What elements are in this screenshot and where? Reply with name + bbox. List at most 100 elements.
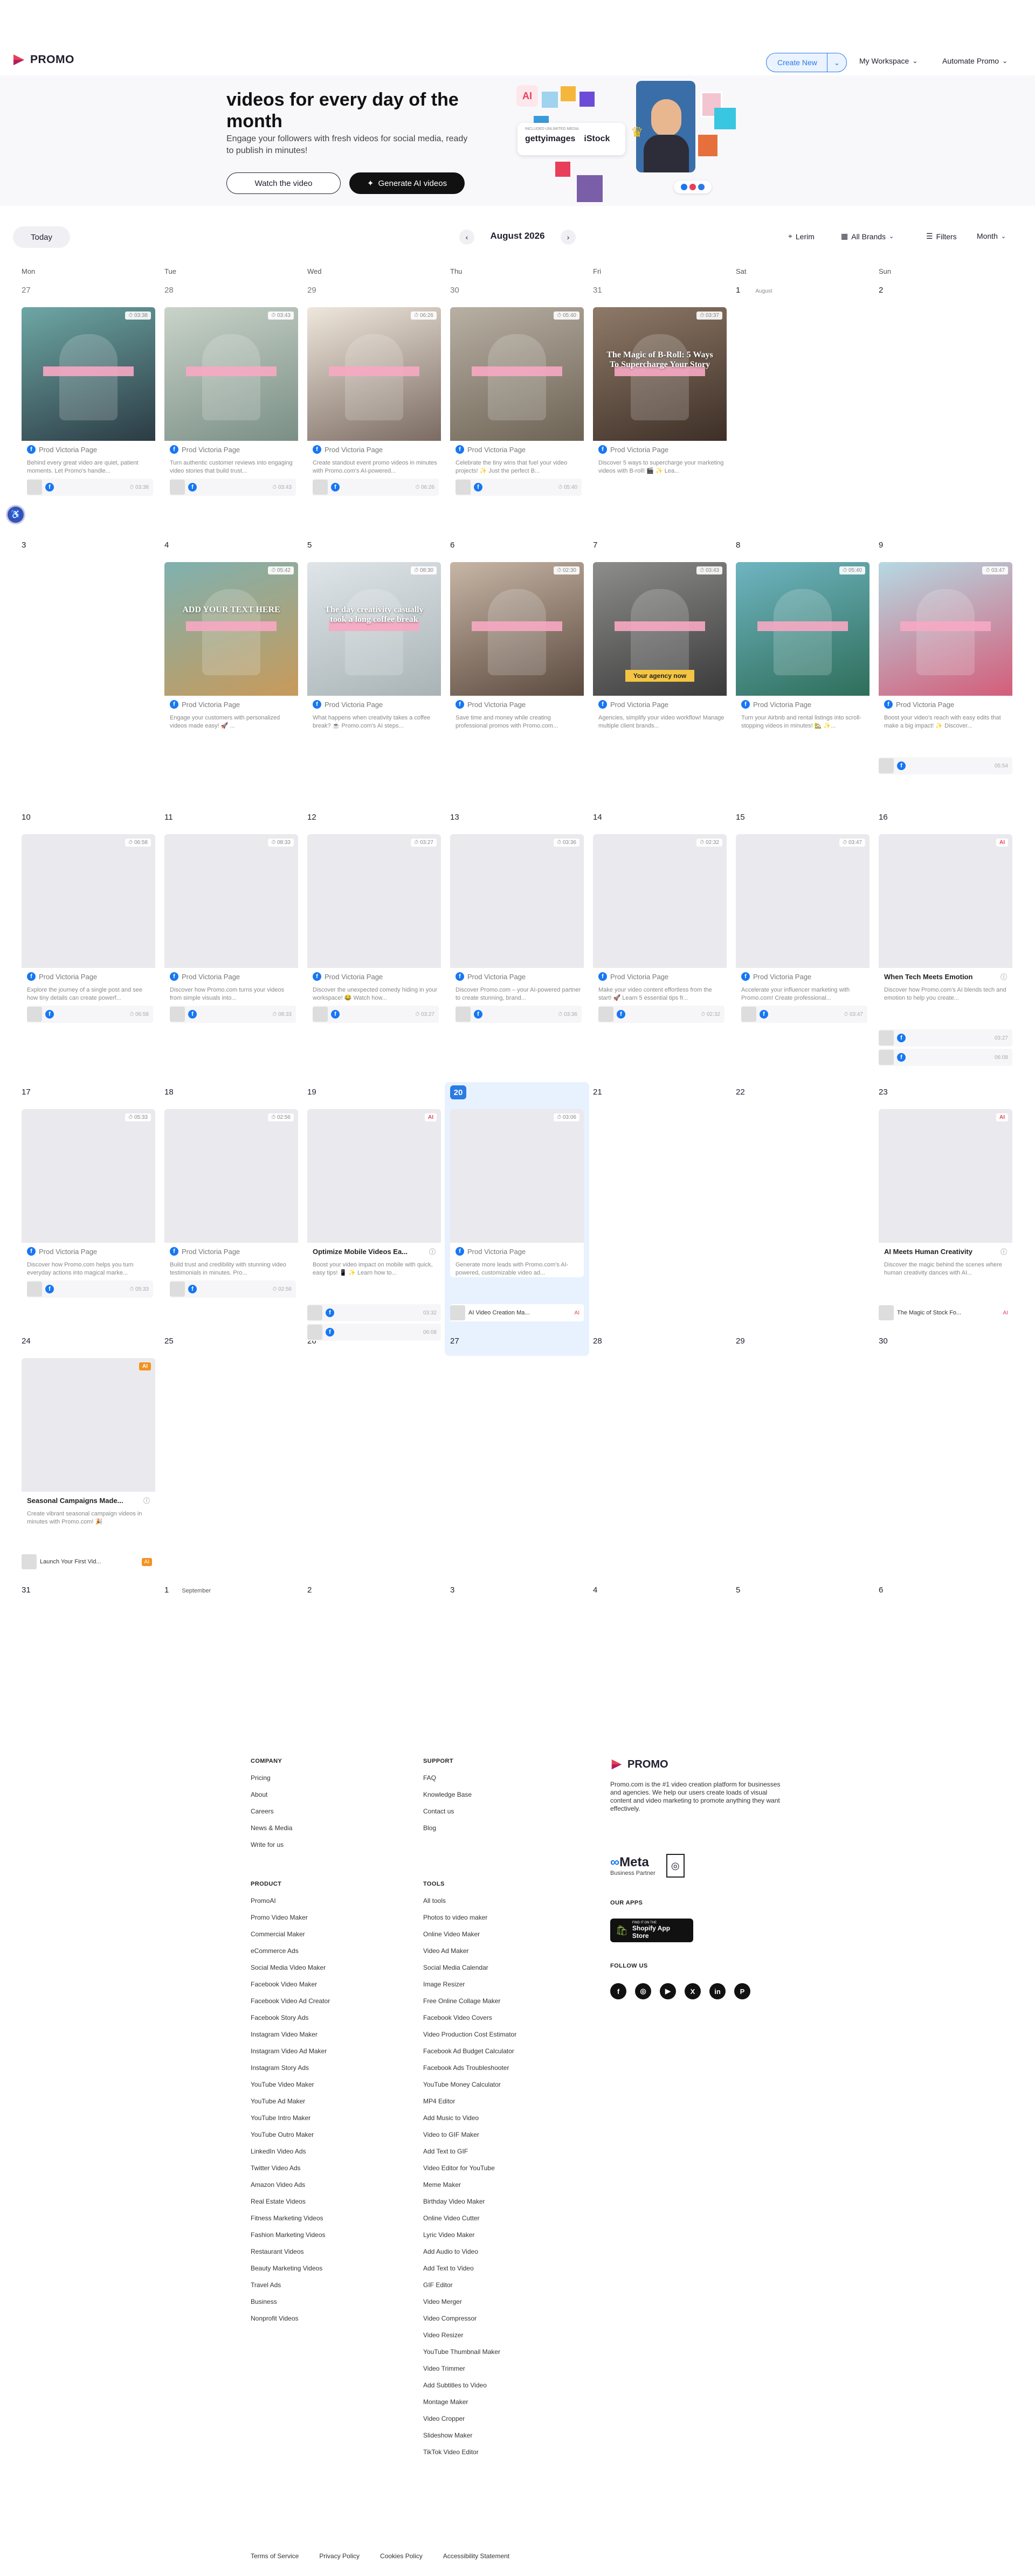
post-card[interactable]: ⏱ 03:36 f Prod Victoria Page Discover Promo… <box>450 834 584 1023</box>
post-card[interactable]: ⏱ 05:40 f Prod Victoria Page Celebrate the … <box>450 307 584 496</box>
footer-link[interactable]: Facebook Video Ad Creator <box>251 1993 330 2010</box>
brands-selector[interactable]: ▦ All Brands ⌄ <box>841 232 894 241</box>
prev-month-icon[interactable]: ‹ <box>459 230 474 245</box>
footer-link[interactable]: Video Ad Maker <box>423 1943 516 1959</box>
footer-link[interactable]: Birthday Video Maker <box>423 2193 516 2210</box>
footer-link[interactable]: Montage Maker <box>423 2394 516 2411</box>
footer-link[interactable]: Video Production Cost Estimator <box>423 2026 516 2043</box>
post-card[interactable]: ⏱ 03:47 f Prod Victoria Page Boost your vid… <box>879 562 1012 730</box>
post-card[interactable]: ⏱ 05:33 f Prod Victoria Page Discover how P… <box>22 1109 155 1298</box>
footer-link[interactable]: GIF Editor <box>423 2277 516 2294</box>
video-thumbnail[interactable]: ⏱ 03:37 The Magic of B-Roll: 5 Ways To Su… <box>593 307 727 441</box>
footer-link[interactable]: Add Text to Video <box>423 2260 516 2277</box>
footer-link[interactable]: News & Media <box>251 1820 292 1837</box>
footer-link[interactable]: Instagram Video Maker <box>251 2026 330 2043</box>
instagram-icon[interactable]: ◎ <box>635 1983 651 1999</box>
footer-link[interactable]: Add Audio to Video <box>423 2243 516 2260</box>
video-thumbnail[interactable]: ⏱ 02:32 <box>593 834 727 968</box>
video-thumbnail[interactable]: ⏱ 06:58 <box>22 834 155 968</box>
video-thumbnail[interactable]: ⏱ 05:33 <box>22 1109 155 1243</box>
publish-row[interactable]: f ⏱ 03:38 <box>27 479 153 496</box>
footer-link[interactable]: Video Editor for YouTube <box>423 2160 516 2177</box>
footer-link[interactable]: Write for us <box>251 1837 292 1853</box>
footer-link[interactable]: Knowledge Base <box>423 1786 472 1803</box>
video-thumbnail[interactable]: ⏱ 02:30 <box>450 562 584 696</box>
footer-link[interactable]: Pricing <box>251 1770 292 1786</box>
post-card[interactable]: AI Optimize Mobile Videos Ea... ⓘ Boost you… <box>307 1109 441 1277</box>
footer-link[interactable]: Fitness Marketing Videos <box>251 2210 330 2227</box>
footer-link[interactable]: LinkedIn Video Ads <box>251 2143 330 2160</box>
location-selector[interactable]: ⌖ Lerim <box>788 232 815 241</box>
footer-link[interactable]: Video Merger <box>423 2294 516 2310</box>
footer-link[interactable]: eCommerce Ads <box>251 1943 330 1959</box>
my-workspace-menu[interactable]: My Workspace ⌄ <box>859 57 917 65</box>
post-card[interactable]: ⏱ 03:27 f Prod Victoria Page Discover the u… <box>307 834 441 1023</box>
video-thumbnail[interactable]: ⏱ 03:06 <box>450 1109 584 1243</box>
footer-link[interactable]: Video Cropper <box>423 2411 516 2427</box>
linkedin-icon[interactable]: in <box>709 1983 726 1999</box>
video-thumbnail[interactable]: ⏱ 03:38 <box>22 307 155 441</box>
post-card[interactable]: AI When Tech Meets Emotion ⓘ Discover how P… <box>879 834 1012 1002</box>
publish-row[interactable]: f ⏱ 06:26 <box>313 479 439 496</box>
footer-link[interactable]: Video to GIF Maker <box>423 2127 516 2143</box>
shopify-app-store-badge[interactable]: 🛍 FIND IT ON THE Shopify App Store <box>610 1919 693 1942</box>
footer-bottom-link[interactable]: Cookies Policy <box>380 2552 423 2560</box>
footer-link[interactable]: Amazon Video Ads <box>251 2177 330 2193</box>
post-card[interactable]: ⏱ 02:56 f Prod Victoria Page Build trust an… <box>164 1109 298 1298</box>
post-card[interactable]: ⏱ 05:42 ADD YOUR TEXT HERE f Prod Victoria … <box>164 562 298 730</box>
publish-row[interactable]: f ⏱ 05:33 <box>27 1280 153 1298</box>
footer-logo[interactable]: PROMO <box>610 1758 668 1771</box>
footer-link[interactable]: Facebook Ad Budget Calculator <box>423 2043 516 2060</box>
video-thumbnail[interactable]: ⏱ 03:36 <box>450 834 584 968</box>
linked-post-row[interactable]: AI Video Creation Ma... AI <box>450 1304 584 1321</box>
footer-link[interactable]: TikTok Video Editor <box>423 2444 516 2461</box>
publish-row[interactable]: f ⏱ 03:36 <box>456 1006 582 1023</box>
video-thumbnail[interactable]: ⏱ 05:40 <box>450 307 584 441</box>
publish-row[interactable]: f ⏱ 06:58 <box>27 1006 153 1023</box>
video-thumbnail[interactable]: AI <box>307 1109 441 1243</box>
info-icon[interactable]: ⓘ <box>1000 1247 1010 1256</box>
footer-link[interactable]: Photos to video maker <box>423 1909 516 1926</box>
scheduled-post-row[interactable]: f 03:32 <box>307 1304 441 1321</box>
footer-link[interactable]: All tools <box>423 1893 516 1909</box>
video-thumbnail[interactable]: ⏱ 08:33 <box>164 834 298 968</box>
pinterest-icon[interactable]: P <box>734 1983 750 1999</box>
footer-link[interactable]: YouTube Money Calculator <box>423 2076 516 2093</box>
create-new-button[interactable]: Create New ⌄ <box>766 53 847 72</box>
next-month-icon[interactable]: › <box>561 230 576 245</box>
footer-link[interactable]: Free Online Collage Maker <box>423 1993 516 2010</box>
footer-link[interactable]: Online Video Maker <box>423 1926 516 1943</box>
post-card[interactable]: ⏱ 02:30 f Prod Victoria Page Save time and … <box>450 562 584 730</box>
footer-link[interactable]: FAQ <box>423 1770 472 1786</box>
footer-link[interactable]: Add Text to GIF <box>423 2143 516 2160</box>
footer-link[interactable]: Instagram Story Ads <box>251 2060 330 2076</box>
footer-link[interactable]: YouTube Ad Maker <box>251 2093 330 2110</box>
scheduled-post-row[interactable]: f 03:27 <box>879 1029 1012 1047</box>
publish-row[interactable]: f ⏱ 03:47 <box>741 1006 867 1023</box>
post-card[interactable]: ⏱ 03:06 f Prod Victoria Page Generate more … <box>450 1109 584 1277</box>
chevron-down-icon[interactable]: ⌄ <box>827 53 846 72</box>
facebook-icon[interactable]: f <box>610 1983 626 1999</box>
footer-link[interactable]: Add Subtitles to Video <box>423 2377 516 2394</box>
footer-link[interactable]: Social Media Video Maker <box>251 1959 330 1976</box>
footer-link[interactable]: Contact us <box>423 1803 472 1820</box>
publish-row[interactable]: f ⏱ 03:27 <box>313 1006 439 1023</box>
footer-link[interactable]: PromoAI <box>251 1893 330 1909</box>
publish-row[interactable]: f ⏱ 02:56 <box>170 1280 296 1298</box>
post-card[interactable]: ⏱ 03:47 f Prod Victoria Page Accelerate you… <box>736 834 870 1023</box>
video-thumbnail[interactable]: AI <box>879 834 1012 968</box>
generate-ai-videos-button[interactable]: ✦ Generate AI videos <box>349 172 465 194</box>
footer-link[interactable]: YouTube Intro Maker <box>251 2110 330 2127</box>
video-thumbnail[interactable]: ⏱ 08:30 The day creativity casually took … <box>307 562 441 696</box>
video-thumbnail[interactable]: ⏱ 03:27 <box>307 834 441 968</box>
video-thumbnail[interactable]: ⏱ 03:47 <box>879 562 1012 696</box>
publish-row[interactable]: f ⏱ 03:43 <box>170 479 296 496</box>
post-card[interactable]: ⏱ 03:43 f Prod Victoria Page Turn authentic… <box>164 307 298 496</box>
footer-link[interactable]: Real Estate Videos <box>251 2193 330 2210</box>
promo-logo[interactable]: PROMO <box>12 53 74 67</box>
video-thumbnail[interactable]: ⏱ 06:26 <box>307 307 441 441</box>
publish-row[interactable]: f ⏱ 08:33 <box>170 1006 296 1023</box>
post-card[interactable]: ⏱ 02:32 f Prod Victoria Page Make your vide… <box>593 834 727 1023</box>
scheduled-post-row[interactable]: f 06:08 <box>879 1049 1012 1066</box>
footer-link[interactable]: About <box>251 1786 292 1803</box>
